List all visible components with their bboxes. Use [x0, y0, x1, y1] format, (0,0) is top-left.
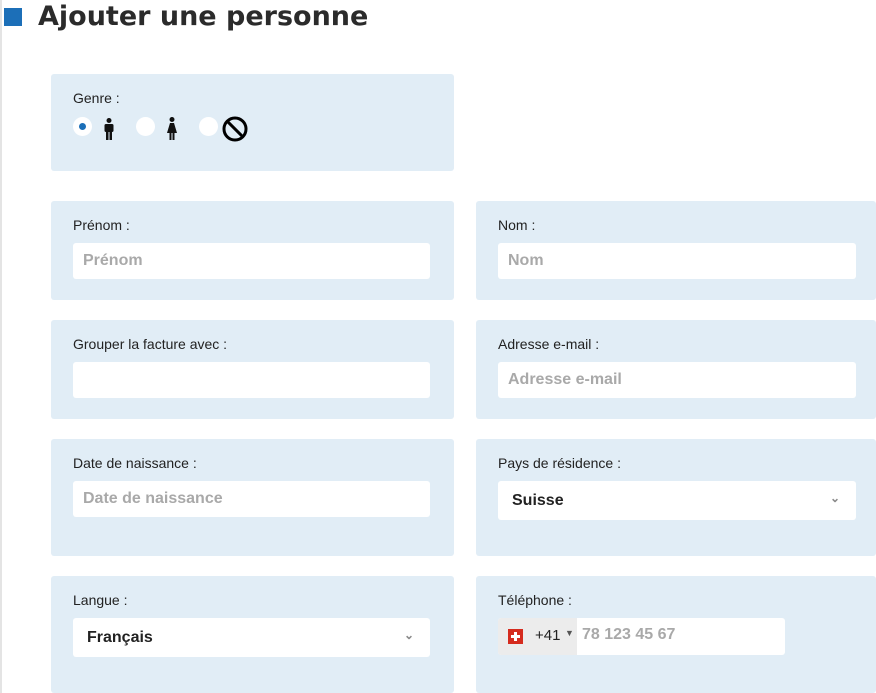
gender-label: Genre :: [73, 90, 120, 106]
phone-field: +41 ▼ 78 123 45 67: [498, 618, 785, 655]
first-name-placeholder: Prénom: [83, 252, 143, 269]
email-label: Adresse e-mail :: [498, 336, 600, 352]
title-accent-square: [4, 8, 22, 26]
male-icon: [104, 118, 114, 140]
caret-down-icon: ▼: [565, 628, 574, 638]
gender-unspecified-radio[interactable]: [199, 117, 218, 136]
page-title: Ajouter une personne: [38, 1, 369, 32]
language-card: Langue : Français ⌄: [51, 576, 454, 693]
group-invoice-label: Grouper la facture avec :: [73, 336, 228, 352]
female-icon: [167, 117, 177, 140]
country-select[interactable]: Suisse ⌄: [498, 481, 856, 520]
phone-card: Téléphone : +41 ▼ 78 123 45 67: [476, 576, 876, 693]
chevron-down-icon: ⌄: [829, 491, 840, 505]
last-name-input[interactable]: Nom: [498, 243, 856, 279]
chevron-down-icon: ⌄: [403, 628, 414, 642]
phone-country-selector[interactable]: +41 ▼: [498, 618, 577, 655]
country-label: Pays de résidence :: [498, 455, 621, 471]
gender-female-radio[interactable]: [136, 117, 155, 136]
first-name-input[interactable]: Prénom: [73, 243, 430, 279]
first-name-label: Prénom :: [73, 217, 130, 233]
country-card: Pays de résidence : Suisse ⌄: [476, 439, 876, 556]
phone-label: Téléphone :: [498, 592, 572, 608]
prohibited-icon: [222, 116, 248, 142]
last-name-placeholder: Nom: [508, 252, 544, 269]
birth-date-input[interactable]: Date de naissance: [73, 481, 430, 517]
swiss-flag-icon: [508, 629, 523, 644]
country-value: Suisse: [512, 491, 564, 509]
birth-date-placeholder: Date de naissance: [83, 490, 223, 507]
last-name-label: Nom :: [498, 217, 536, 233]
language-label: Langue :: [73, 592, 128, 608]
group-invoice-card: Grouper la facture avec :: [51, 320, 454, 419]
email-placeholder: Adresse e-mail: [508, 371, 622, 388]
phone-number-input[interactable]: 78 123 45 67: [582, 626, 675, 644]
birth-date-label: Date de naissance :: [73, 455, 197, 471]
email-input[interactable]: Adresse e-mail: [498, 362, 856, 398]
last-name-card: Nom : Nom: [476, 201, 876, 300]
email-card: Adresse e-mail : Adresse e-mail: [476, 320, 876, 419]
birth-date-card: Date de naissance : Date de naissance: [51, 439, 454, 556]
left-border: [0, 0, 2, 693]
first-name-card: Prénom : Prénom: [51, 201, 454, 300]
gender-male-radio[interactable]: [73, 117, 92, 136]
language-select[interactable]: Français ⌄: [73, 618, 430, 657]
gender-card: Genre :: [51, 74, 454, 171]
group-invoice-input[interactable]: [73, 362, 430, 398]
language-value: Français: [87, 628, 153, 646]
phone-dial-code: +41: [535, 627, 561, 644]
